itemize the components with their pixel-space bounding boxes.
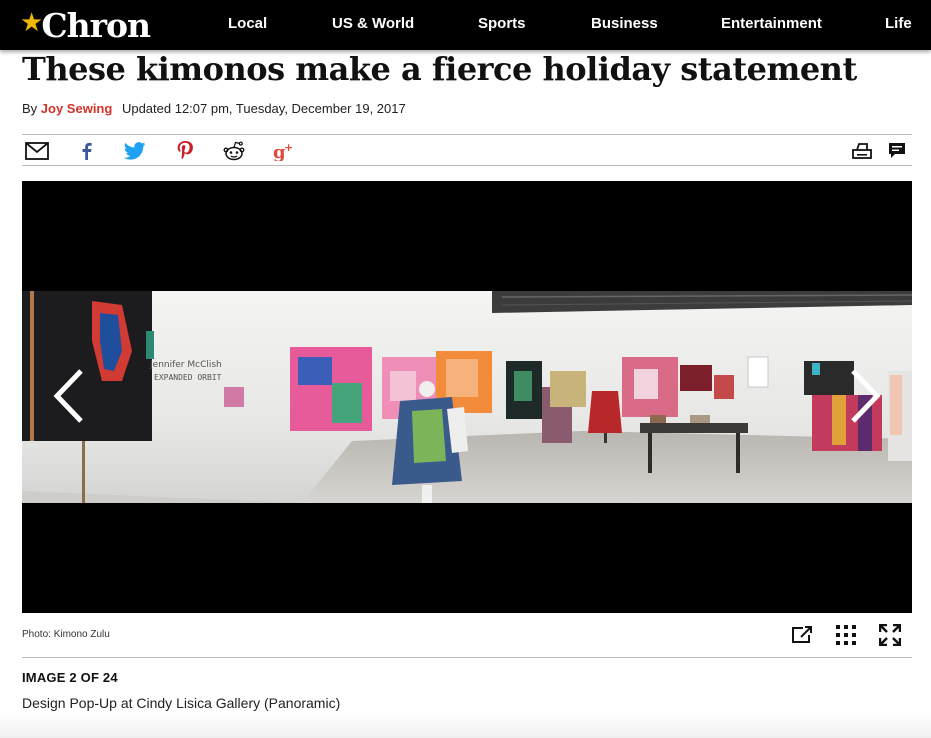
print-icon[interactable]	[850, 139, 874, 163]
photo-gallery: Jennifer McClish EXPANDED ORBIT	[22, 181, 912, 613]
panoramic-gallery-image: Jennifer McClish EXPANDED ORBIT	[22, 291, 912, 503]
facebook-icon[interactable]	[74, 139, 98, 163]
nav-sports[interactable]: Sports	[478, 15, 526, 33]
share-image-button[interactable]	[790, 624, 814, 646]
caption-divider	[22, 657, 912, 658]
email-icon[interactable]	[25, 139, 49, 163]
article-headline: These kimonos make a fierce holiday stat…	[22, 50, 857, 88]
by-label: By	[22, 101, 38, 116]
nav-entertainment[interactable]: Entertainment	[721, 15, 822, 33]
nav-local[interactable]: Local	[228, 15, 267, 33]
grid-view-button[interactable]	[834, 624, 858, 646]
chevron-left-icon	[53, 369, 83, 423]
svg-text:+: +	[284, 141, 293, 154]
nav-business[interactable]: Business	[591, 15, 658, 33]
image-counter: IMAGE 2 OF 24	[22, 670, 118, 685]
nav-us-world[interactable]: US & World	[332, 15, 414, 33]
wall-text-artist: Jennifer McClish	[149, 360, 222, 370]
chevron-right-icon	[851, 369, 881, 423]
gallery-photo[interactable]: Jennifer McClish EXPANDED ORBIT	[22, 291, 912, 503]
photo-credit: Photo: Kimono Zulu	[22, 629, 110, 640]
updated-timestamp: Updated 12:07 pm, Tuesday, December 19, …	[121, 101, 406, 116]
top-navigation-bar: ★ Chron Local US & World Sports Business…	[0, 0, 931, 50]
fullscreen-button[interactable]	[878, 624, 902, 646]
next-image-button[interactable]	[846, 366, 886, 426]
pinterest-icon[interactable]	[173, 139, 197, 163]
previous-image-button[interactable]	[48, 366, 88, 426]
nav-life[interactable]: Life	[885, 15, 912, 33]
byline: By Joy Sewing Updated 12:07 pm, Tuesday,…	[22, 101, 406, 117]
grid-icon	[836, 625, 856, 645]
google-plus-icon[interactable]: g +	[272, 139, 296, 163]
share-bar: g +	[22, 134, 912, 166]
bottom-fade	[0, 712, 931, 738]
image-caption: Design Pop-Up at Cindy Lisica Gallery (P…	[22, 695, 341, 711]
twitter-icon[interactable]	[123, 139, 147, 163]
comment-icon[interactable]	[885, 139, 909, 163]
external-link-icon	[792, 626, 812, 643]
author-link[interactable]: Joy Sewing	[41, 101, 113, 116]
wall-text-title: EXPANDED ORBIT	[154, 373, 222, 382]
reddit-icon[interactable]	[222, 139, 246, 163]
main-nav: Local US & World Sports Business Enterta…	[0, 0, 931, 50]
fullscreen-icon	[879, 624, 901, 646]
